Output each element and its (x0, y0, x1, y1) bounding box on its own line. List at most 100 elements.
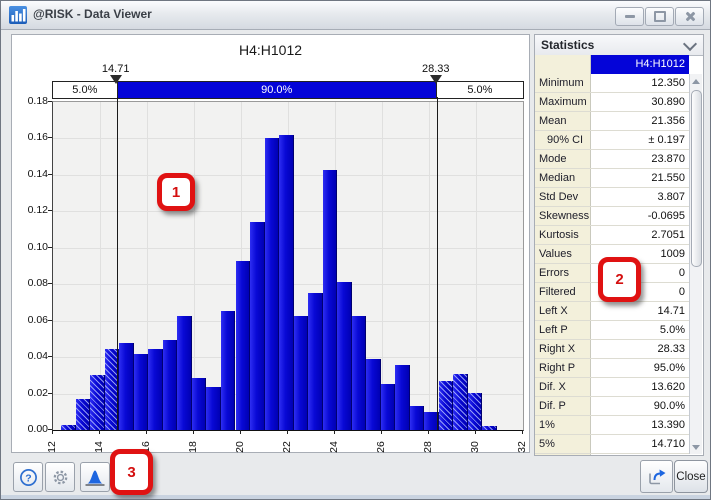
stat-value: 1009 (661, 248, 685, 260)
delimiter-value-right: 28.33 (414, 63, 458, 75)
stat-value: 90.0% (654, 400, 685, 412)
stat-value: 0 (679, 267, 685, 279)
maximize-button[interactable] (645, 7, 674, 26)
stats-row: 10%15.960 (535, 454, 689, 456)
chart-title: H4:H1012 (12, 42, 529, 58)
stat-label-cell: Right X (535, 340, 591, 358)
statistics-panel-header[interactable]: Statistics (535, 35, 703, 56)
delimiter-line-right[interactable] (437, 97, 438, 430)
stat-value-cell: ± 0.197 (591, 131, 689, 149)
stat-value-cell: 14.71 (591, 302, 689, 320)
delimiter-marker-left[interactable] (110, 75, 122, 84)
y-axis-tick (48, 283, 52, 284)
stat-label: Median (539, 172, 575, 184)
histogram-bar (381, 384, 396, 430)
delimiter-line-left[interactable] (117, 97, 118, 430)
histogram-bar (294, 316, 309, 430)
stat-value: 23.870 (651, 153, 685, 165)
delimiter-marker-right[interactable] (430, 75, 442, 84)
x-axis-tick-label: 12 (42, 437, 62, 457)
export-button[interactable] (640, 460, 673, 493)
stat-label: Minimum (539, 77, 584, 89)
stat-value-cell: 5.0% (591, 321, 689, 339)
stat-value-cell: 3.807 (591, 188, 689, 206)
help-button[interactable]: ? (13, 462, 43, 492)
histogram-bar (352, 316, 367, 430)
stat-label-cell: Errors (535, 264, 591, 282)
scrollbar-thumb[interactable] (691, 90, 702, 267)
y-axis-tick-label: 0.04 (14, 350, 48, 362)
stat-value-cell: 2.7051 (591, 226, 689, 244)
y-axis-tick (48, 210, 52, 211)
x-axis-tick (52, 430, 53, 434)
stats-row: 5%14.710 (535, 435, 689, 454)
stat-value-cell: -0.0695 (591, 207, 689, 225)
stat-label: Filtered (539, 286, 576, 298)
distribution-chart-button[interactable] (80, 462, 110, 492)
stat-value: 14.71 (657, 305, 685, 317)
y-axis-tick (48, 247, 52, 248)
svg-text:?: ? (25, 472, 31, 484)
y-axis-tick-label: 0.12 (14, 204, 48, 216)
stat-label: Std Dev (539, 191, 578, 203)
x-axis-tick-label: 26 (371, 437, 391, 457)
chevron-down-icon[interactable] (683, 37, 697, 51)
gridline-vertical (476, 102, 477, 430)
stat-value: 2.7051 (651, 229, 685, 241)
stat-value: 13.390 (651, 419, 685, 431)
stat-value-cell: 12.350 (591, 74, 689, 92)
minimize-button[interactable] (615, 7, 644, 26)
x-axis-tick-label: 28 (418, 437, 438, 457)
stats-row: Dif. P90.0% (535, 397, 689, 416)
help-icon: ? (19, 468, 38, 487)
stat-value-cell: 13.390 (591, 416, 689, 434)
stats-scrollbar[interactable] (689, 74, 702, 454)
stats-row: Kurtosis2.7051 (535, 226, 689, 245)
stats-row: Median 21.550 (535, 169, 689, 188)
chart-panel: H4:H1012 5.0% 90.0% 5.0% 0.000.020.040.0… (11, 34, 530, 453)
arrow-down-icon (692, 445, 700, 450)
y-axis-tick-label: 0.14 (14, 168, 48, 180)
histogram-bar (439, 381, 454, 430)
delimiter-value-left: 14.71 (94, 63, 138, 75)
scroll-up-button[interactable] (690, 74, 702, 88)
stat-value: 3.807 (657, 191, 685, 203)
stat-label: Skewness (539, 210, 589, 222)
y-axis-tick-label: 0.10 (14, 241, 48, 253)
histogram-bar (206, 387, 221, 430)
stat-value: 5.0% (660, 324, 685, 336)
callout-badge-2: 2 (598, 257, 641, 302)
stat-value-cell: 21.550 (591, 169, 689, 187)
x-axis-tick-label: 32 (512, 437, 532, 457)
callout-badge-3: 3 (110, 449, 153, 495)
close-button[interactable]: Close (674, 460, 708, 493)
stat-value-cell: 15.960 (591, 454, 689, 456)
stat-label-cell: 10% (535, 454, 591, 456)
x-axis-tick-label: 18 (183, 437, 203, 457)
close-window-button[interactable] (675, 7, 704, 26)
band-left-percent: 5.0% (53, 82, 117, 98)
stat-label: Mean (539, 115, 567, 127)
y-axis-tick (48, 101, 52, 102)
stat-value: -0.0695 (648, 210, 685, 222)
minimize-icon (625, 15, 635, 18)
histogram-bar (323, 170, 338, 430)
window-title: @RISK - Data Viewer (33, 7, 152, 21)
histogram-bar (148, 349, 163, 430)
settings-button[interactable] (45, 462, 75, 492)
stat-label-cell: Median (535, 169, 591, 187)
stat-value-cell: 23.870 (591, 150, 689, 168)
histogram-bar (308, 293, 323, 430)
title-bar[interactable]: @RISK - Data Viewer (1, 1, 710, 30)
scroll-down-button[interactable] (690, 440, 702, 454)
stat-label: Mode (539, 153, 567, 165)
x-axis-tick (99, 430, 100, 434)
histogram-bar (90, 375, 105, 430)
histogram-bar (468, 393, 483, 430)
stats-row: Minimum 12.350 (535, 74, 689, 93)
y-axis-tick-label: 0.18 (14, 95, 48, 107)
y-axis-tick-label: 0.00 (14, 423, 48, 435)
stat-label-cell: Minimum (535, 74, 591, 92)
stat-value: 0 (679, 286, 685, 298)
app-bar-chart-icon (9, 6, 27, 24)
